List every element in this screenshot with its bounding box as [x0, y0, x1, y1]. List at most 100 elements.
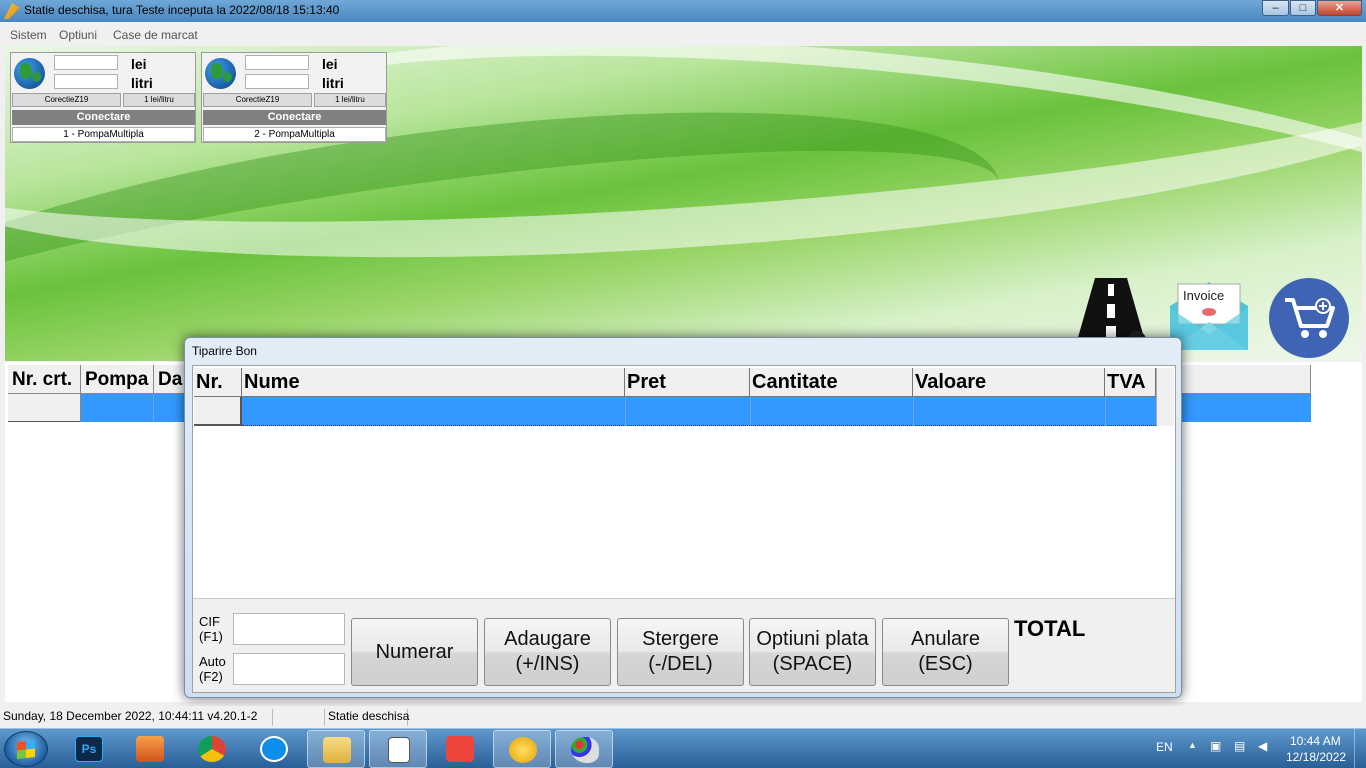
unit-litri: litri: [322, 75, 344, 91]
media-player-icon: [136, 736, 164, 762]
globe-icon: [14, 58, 45, 89]
pump-card-2[interactable]: lei litri CorectieZ19 1 lei/litru Conect…: [201, 52, 387, 143]
row-header-cell[interactable]: [194, 397, 242, 426]
teamviewer-icon: [260, 736, 288, 762]
cash-button[interactable]: Numerar: [351, 618, 478, 686]
add-button-label: Adaugare: [504, 628, 591, 650]
cif-label: CIF: [199, 614, 220, 629]
cart-icon[interactable]: [1269, 278, 1349, 358]
column-nume[interactable]: Nume: [242, 368, 625, 397]
column-cantitate[interactable]: Cantitate: [750, 368, 913, 397]
windows-logo-icon: [17, 740, 35, 759]
correction-label: CorectieZ19: [203, 93, 312, 107]
status-bar: Sunday, 18 December 2022, 10:44:11 v4.20…: [0, 706, 1366, 728]
show-hidden-icons[interactable]: ▲: [1188, 740, 1197, 750]
rate-label: 1 lei/litru: [314, 93, 386, 107]
maximize-button[interactable]: □: [1290, 0, 1316, 16]
cancel-button-label: Anulare: [911, 628, 980, 650]
delete-button[interactable]: Stergere (-/DEL): [617, 618, 744, 686]
column-pret[interactable]: Pret: [625, 368, 750, 397]
column-tva[interactable]: TVA: [1105, 368, 1156, 397]
globe-icon: [205, 58, 236, 89]
unit-lei: lei: [131, 56, 147, 72]
column-pompa[interactable]: Pompa: [81, 365, 154, 394]
app-icon: [4, 3, 20, 19]
invoice-label: Invoice: [1183, 288, 1225, 303]
column-valoare[interactable]: Valoare: [913, 368, 1105, 397]
photoshop-icon: Ps: [75, 736, 103, 762]
pump-name: 1 - PompaMultipla: [12, 127, 195, 142]
menu-sistem[interactable]: Sistem: [10, 28, 47, 42]
delete-button-label: Stergere: [642, 628, 719, 650]
network-icon[interactable]: ▣: [1210, 739, 1221, 753]
folder-icon: [323, 737, 351, 763]
auto-shortcut-label: (F2): [199, 669, 223, 684]
minimize-button[interactable]: –: [1262, 0, 1289, 16]
add-button-shortcut: (+/INS): [515, 653, 580, 675]
add-button[interactable]: Adaugare (+/INS): [484, 618, 611, 686]
volume-icon[interactable]: ◀: [1258, 739, 1267, 753]
auto-input[interactable]: [233, 653, 345, 685]
unit-litri: litri: [131, 75, 153, 91]
status-empty-panel: [275, 709, 325, 726]
menu-optiuni[interactable]: Optiuni: [59, 28, 97, 42]
window-title: Statie deschisa, tura Teste inceputa la …: [24, 3, 340, 17]
column-nr-crt[interactable]: Nr. crt.: [8, 365, 81, 394]
taskbar: Ps EN ▲ ▣ ▤ ◀ 10:44 AM 12/18/2022: [0, 728, 1366, 768]
show-desktop-button[interactable]: [1354, 729, 1366, 768]
receipt-grid[interactable]: Nr. Nume Pret Cantitate Valoare TVA: [193, 366, 1175, 599]
correction-label: CorectieZ19: [12, 93, 121, 107]
cif-shortcut-label: (F1): [199, 629, 223, 644]
connect-button[interactable]: Conectare: [12, 110, 195, 125]
palette-icon: [571, 737, 599, 763]
status-station: Statie deschisa: [328, 709, 409, 726]
start-button[interactable]: [4, 731, 48, 767]
title-bar: Statie deschisa, tura Teste inceputa la …: [0, 0, 1366, 22]
taskbar-file-explorer[interactable]: [307, 730, 365, 768]
payment-options-label: Optiuni plata: [756, 628, 869, 650]
clock-date[interactable]: 12/18/2022: [1286, 750, 1346, 764]
dialog-body: Nr. Nume Pret Cantitate Valoare TVA CIF …: [192, 365, 1176, 693]
connect-button[interactable]: Conectare: [203, 110, 386, 125]
dialog-title: Tiparire Bon: [192, 344, 257, 358]
document-icon: [388, 737, 410, 763]
unit-lei: lei: [322, 56, 338, 72]
print-receipt-dialog[interactable]: Tiparire Bon Nr. Nume Pret Cantitate Val…: [184, 337, 1182, 698]
menu-bar: Sistem Optiuni Case de marcat: [4, 25, 1362, 45]
language-indicator[interactable]: EN: [1156, 740, 1173, 754]
cancel-button[interactable]: Anulare (ESC): [882, 618, 1009, 686]
device-icon[interactable]: ▤: [1234, 739, 1245, 753]
pump-card-1[interactable]: lei litri CorectieZ19 1 lei/litru Conect…: [10, 52, 196, 143]
receipt-row-selected[interactable]: [242, 397, 1156, 426]
cif-input[interactable]: [233, 613, 345, 645]
payment-options-button[interactable]: Optiuni plata (SPACE): [749, 618, 876, 686]
chrome-icon: [198, 736, 226, 762]
cash-button-label: Numerar: [375, 640, 454, 663]
taskbar-chrome[interactable]: [183, 730, 241, 768]
taskbar-paint-app[interactable]: [555, 730, 613, 768]
taskbar-sun-app[interactable]: [493, 730, 551, 768]
cancel-button-shortcut: (ESC): [918, 653, 973, 675]
taskbar-teamviewer[interactable]: [245, 730, 303, 768]
grid-scrollbar[interactable]: [1156, 368, 1174, 426]
amount-field: [54, 55, 118, 70]
rate-label: 1 lei/litru: [123, 93, 195, 107]
row-header-cell[interactable]: [8, 394, 81, 422]
volume-field: [54, 74, 118, 89]
anydesk-icon: [446, 736, 474, 762]
taskbar-document-app[interactable]: [369, 730, 427, 768]
total-label: TOTAL: [1014, 616, 1086, 641]
sun-icon: [509, 737, 537, 763]
amount-field: [245, 55, 309, 70]
taskbar-photoshop[interactable]: Ps: [60, 730, 118, 768]
status-datetime: Sunday, 18 December 2022, 10:44:11 v4.20…: [3, 709, 273, 726]
taskbar-media-player[interactable]: [121, 730, 179, 768]
column-nr[interactable]: Nr.: [194, 368, 242, 397]
close-button[interactable]: ✕: [1317, 0, 1362, 16]
clock-time[interactable]: 10:44 AM: [1290, 734, 1341, 748]
volume-field: [245, 74, 309, 89]
taskbar-anydesk[interactable]: [431, 730, 489, 768]
auto-label: Auto: [199, 654, 226, 669]
menu-case-de-marcat[interactable]: Case de marcat: [113, 28, 198, 42]
delete-button-shortcut: (-/DEL): [648, 653, 713, 675]
